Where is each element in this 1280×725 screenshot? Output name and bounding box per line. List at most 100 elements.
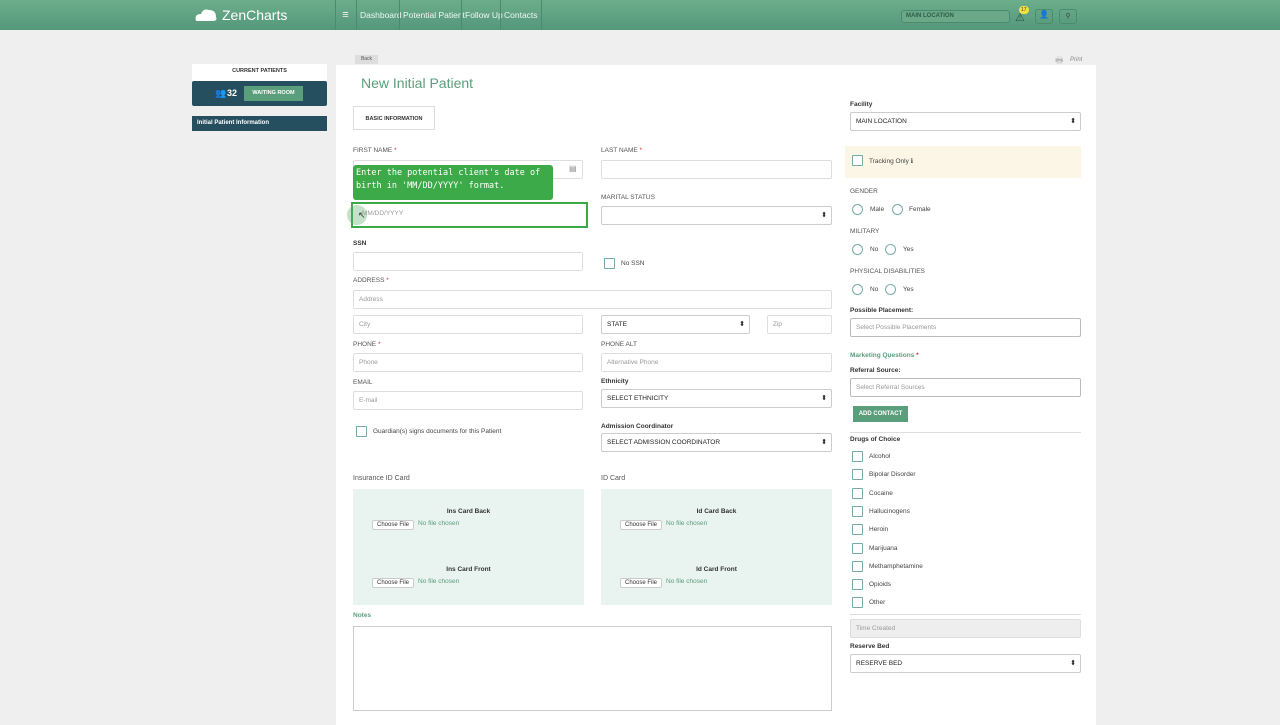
- drug-checkbox[interactable]: [852, 597, 863, 609]
- ethnicity-label: Ethnicity: [601, 378, 629, 385]
- admission-select[interactable]: SELECT ADMISSION COORDINATOR: [601, 433, 832, 452]
- drug-label: Marijuana: [869, 544, 898, 552]
- id-front-choose-file[interactable]: Choose File: [620, 578, 663, 588]
- military-yes-label: Yes: [903, 246, 914, 253]
- tracking-only-checkbox[interactable]: [852, 155, 863, 166]
- print-icon[interactable]: 🖶: [1055, 53, 1064, 69]
- time-created-input[interactable]: Time Created: [850, 619, 1081, 638]
- patient-count: 32: [227, 88, 238, 98]
- phone-input[interactable]: Phone: [353, 353, 583, 372]
- drug-label: Alcohol: [869, 453, 891, 460]
- user-icon[interactable]: 👤: [1035, 9, 1053, 24]
- disabilities-yes-label: Yes: [903, 286, 914, 293]
- drug-checkbox[interactable]: [852, 451, 863, 462]
- city-input[interactable]: City: [353, 315, 583, 334]
- referral-label: Referral Source:: [850, 367, 901, 374]
- dob-input[interactable]: MM/DD/YYYY: [351, 202, 588, 228]
- phone-label: PHONE *: [353, 341, 381, 348]
- contact-card-icon: ▤: [569, 164, 577, 173]
- female-label: Female: [909, 206, 931, 213]
- drug-checkbox[interactable]: [852, 487, 863, 499]
- ins-front-choose-file[interactable]: Choose File: [372, 578, 415, 588]
- drug-checkbox[interactable]: [852, 560, 863, 572]
- disabilities-no-label: No: [870, 286, 879, 293]
- address-input[interactable]: Address: [353, 290, 832, 309]
- military-yes-radio[interactable]: [885, 244, 896, 255]
- military-label: MILITARY: [850, 228, 880, 235]
- disabilities-label: PHYSICAL DISABILITIES: [850, 268, 925, 275]
- drug-checkbox[interactable]: [852, 579, 863, 591]
- phone-alt-label: PHONE ALT: [601, 341, 638, 348]
- sidebar-item-initial-patient-info[interactable]: Initial Patient Information: [192, 116, 327, 131]
- location-select[interactable]: MAIN LOCATION: [901, 10, 1010, 23]
- divider: [850, 614, 1081, 615]
- ins-back-label: Ins Card Back: [446, 508, 491, 515]
- drug-checkbox[interactable]: [852, 505, 863, 517]
- placement-label: Possible Placement:: [850, 307, 914, 314]
- gender-male-radio[interactable]: [852, 204, 863, 215]
- print-link[interactable]: Print: [1070, 57, 1082, 63]
- ethnicity-select[interactable]: SELECT ETHNICITY: [601, 389, 832, 408]
- gender-label: GENDER: [850, 188, 878, 195]
- placement-input[interactable]: Select Possible Placements: [850, 318, 1081, 337]
- ins-back-status: No file chosen: [418, 520, 460, 527]
- referral-input[interactable]: Select Referral Sources: [850, 378, 1081, 397]
- logo-cloud-icon: [194, 6, 218, 22]
- ssn-label: SSN: [353, 240, 367, 247]
- back-button[interactable]: Back: [355, 55, 378, 64]
- waiting-room-button[interactable]: WAITING ROOM: [244, 86, 303, 101]
- cursor-icon: ↖: [358, 210, 366, 220]
- tab-basic-information[interactable]: BASIC INFORMATION: [353, 106, 435, 130]
- disabilities-yes-radio[interactable]: [885, 284, 896, 295]
- logo-text[interactable]: ZenCharts: [222, 7, 287, 23]
- military-no-radio[interactable]: [852, 244, 863, 255]
- id-back-status: No file chosen: [666, 520, 708, 527]
- guardian-checkbox[interactable]: [356, 426, 367, 437]
- reserve-bed-label: Reserve Bed: [850, 643, 890, 650]
- disabilities-no-radio[interactable]: [852, 284, 863, 295]
- drug-label: Cocaine: [869, 489, 893, 497]
- phone-alt-input[interactable]: Alternative Phone: [601, 353, 832, 372]
- marital-status-select[interactable]: [601, 206, 832, 225]
- zip-input[interactable]: Zip: [767, 315, 832, 334]
- first-name-label: FIRST NAME *: [353, 147, 397, 154]
- drugs-label: Drugs of Choice: [850, 436, 901, 443]
- nav-contacts[interactable]: Contacts: [500, 0, 542, 30]
- page-title: New Initial Patient: [361, 75, 474, 91]
- ssn-input[interactable]: [353, 252, 583, 271]
- nav-dashboard[interactable]: Dashboard: [356, 0, 405, 30]
- id-front-label: Id Card Front: [696, 566, 737, 573]
- email-input[interactable]: E-mail: [353, 391, 583, 410]
- marketing-questions-heading: Marketing Questions *: [850, 352, 919, 359]
- no-ssn-checkbox[interactable]: [604, 258, 615, 269]
- add-contact-button[interactable]: ADD CONTACT: [853, 406, 908, 422]
- last-name-input[interactable]: [601, 160, 832, 179]
- id-front-status: No file chosen: [666, 578, 708, 585]
- drug-checkbox[interactable]: [852, 524, 863, 536]
- reserve-bed-select[interactable]: RESERVE BED: [850, 654, 1081, 673]
- drug-checkbox[interactable]: [852, 469, 863, 481]
- id-card-label: ID Card: [601, 475, 626, 482]
- male-label: Male: [870, 206, 885, 213]
- users-icon: 👥: [215, 88, 227, 98]
- no-ssn-label: No SSN: [621, 260, 645, 267]
- drug-label: Methamphetamine: [869, 562, 923, 570]
- drug-checkbox[interactable]: [852, 542, 863, 554]
- facility-select[interactable]: MAIN LOCATION: [850, 112, 1081, 131]
- state-select[interactable]: STATE: [601, 315, 750, 334]
- notes-textarea[interactable]: [353, 626, 832, 711]
- ins-back-choose-file[interactable]: Choose File: [372, 520, 415, 530]
- insurance-card-label: Insurance ID Card: [353, 475, 410, 482]
- drug-label: Opioids: [869, 581, 892, 589]
- ins-front-status: No file chosen: [418, 578, 460, 585]
- drug-label: Heroin: [869, 526, 889, 534]
- current-patients-label: CURRENT PATIENTS: [232, 68, 287, 74]
- info-icon: ℹ: [910, 158, 914, 165]
- top-navbar: [0, 0, 1280, 30]
- id-back-choose-file[interactable]: Choose File: [620, 520, 663, 530]
- gender-female-radio[interactable]: [892, 204, 903, 215]
- nav-potential-patient[interactable]: Potential Patient: [399, 0, 468, 30]
- search-icon[interactable]: ⚲: [1059, 9, 1077, 24]
- drug-label: Hallucinogens: [869, 507, 910, 515]
- menu-icon[interactable]: ≡: [335, 0, 355, 30]
